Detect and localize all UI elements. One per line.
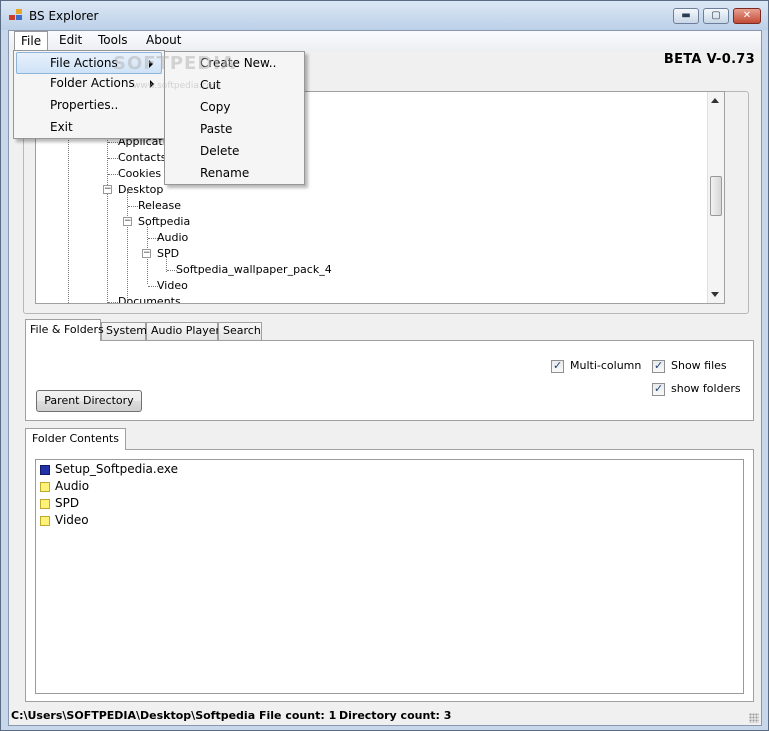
list-item[interactable]: SPD [40,496,79,510]
menu-tools[interactable]: Tools [92,31,134,51]
show-folders-checkbox[interactable]: show folders [652,382,741,396]
checkbox-label: Show files [671,359,727,372]
menu-item-copy[interactable]: Copy [167,97,302,119]
tree-line [108,142,118,143]
folder-icon [40,515,50,526]
file-actions-submenu: Create New.. Cut Copy Paste Delete Renam… [164,51,305,185]
parent-directory-button[interactable]: Parent Directory [36,390,142,412]
scroll-thumb[interactable] [710,176,722,216]
folder-icon [40,481,50,492]
menu-item-label: Folder Actions [50,76,135,90]
app-window: BS Explorer ▬ ▢ ✕ File Edit Tools About … [0,0,769,731]
menu-item-delete[interactable]: Delete [167,141,302,163]
list-item[interactable]: Video [40,513,89,527]
file-list[interactable]: Setup_Softpedia.exe Audio SPD Video [35,459,744,694]
tree-scrollbar[interactable] [707,92,724,303]
tab-file-folders[interactable]: File & Folders [25,319,104,341]
submenu-arrow-icon [149,60,153,68]
status-file-count: File count: 1 [259,709,337,722]
checkbox-box[interactable] [652,382,665,396]
tree-node[interactable]: Documents [118,295,181,303]
scroll-up-icon[interactable] [711,98,719,103]
menu-item-label: File Actions [50,56,118,70]
checkbox-box[interactable] [652,359,665,373]
menu-item-exit[interactable]: Exit [16,117,162,139]
checkbox-box[interactable] [551,359,564,373]
file-name: Video [55,513,89,527]
file-folders-panel: Multi-column Show files show folders Par… [25,340,754,421]
status-bar: C:\Users\SOFTPEDIA\Desktop\Softpedia Fil… [9,707,761,725]
menu-item-rename[interactable]: Rename [167,163,302,185]
menu-item-file-actions[interactable]: File Actions [16,52,162,74]
tree-node[interactable]: Softpedia_wallpaper_pack_4 [176,263,332,276]
file-name: Setup_Softpedia.exe [55,462,179,476]
menu-item-label: Properties.. [50,98,119,112]
tree-node[interactable]: SPD [157,247,179,260]
title-bar[interactable]: BS Explorer ▬ ▢ ✕ [1,1,768,30]
tree-node[interactable]: Desktop [118,183,163,196]
checkbox-label: Multi-column [570,359,642,372]
exe-icon [40,464,50,475]
list-item[interactable]: Setup_Softpedia.exe [40,462,178,476]
watermark-url: www.softpedia.com [133,81,221,91]
tree-line [108,158,118,159]
resize-grip-icon[interactable] [749,713,759,723]
menu-item-label: Exit [50,120,73,134]
folder-icon [40,498,50,509]
app-icon [9,9,23,21]
close-icon: ✕ [742,10,752,21]
tree-line [128,206,138,207]
tree-node[interactable]: Video [157,279,188,292]
maximize-icon: ▢ [711,10,721,21]
minimize-button[interactable]: ▬ [673,8,699,24]
folder-contents-panel: Setup_Softpedia.exe Audio SPD Video [25,449,754,702]
show-files-checkbox[interactable]: Show files [652,359,727,373]
tree-node[interactable]: Cookies [118,167,161,180]
maximize-button[interactable]: ▢ [703,8,729,24]
version-label: BETA V-0.73 [663,52,755,67]
window-title: BS Explorer [29,9,99,23]
minimize-icon: ▬ [681,10,691,21]
file-name: SPD [55,496,80,510]
tree-node[interactable]: Contacts [118,151,167,164]
menu-item-properties[interactable]: Properties.. [16,95,162,117]
tree-node[interactable]: Softpedia [138,215,190,228]
tab-search[interactable]: Search [218,322,262,340]
scroll-down-icon[interactable] [711,292,719,297]
collapse-toggle[interactable]: − [142,249,151,258]
tab-folder-contents[interactable]: Folder Contents [25,428,126,450]
file-name: Audio [55,479,90,493]
list-item[interactable]: Audio [40,479,89,493]
multi-column-checkbox[interactable]: Multi-column [551,359,641,373]
tab-system[interactable]: System [101,322,147,340]
tab-audio-player[interactable]: Audio Player [146,322,220,340]
checkbox-label: show folders [671,382,741,395]
tree-node[interactable]: Audio [157,231,188,244]
tree-line [108,302,118,303]
menu-bar: File Edit Tools About [9,31,761,52]
file-menu-dropdown: File Actions Folder Actions Properties..… [13,50,165,139]
collapse-toggle[interactable]: − [123,217,132,226]
menu-file[interactable]: File [14,31,49,52]
menu-about[interactable]: About [140,31,187,51]
close-button[interactable]: ✕ [733,8,761,24]
menu-edit[interactable]: Edit [53,31,88,51]
tree-node[interactable]: Release [138,199,181,212]
status-directory-count: Directory count: 3 [339,709,452,722]
tree-line [108,174,118,175]
menu-item-create-new[interactable]: Create New.. [167,53,302,75]
status-path: C:\Users\SOFTPEDIA\Desktop\Softpedia [11,709,256,722]
menu-item-paste[interactable]: Paste [167,119,302,141]
tree-line [127,192,128,300]
collapse-toggle[interactable]: − [103,185,112,194]
